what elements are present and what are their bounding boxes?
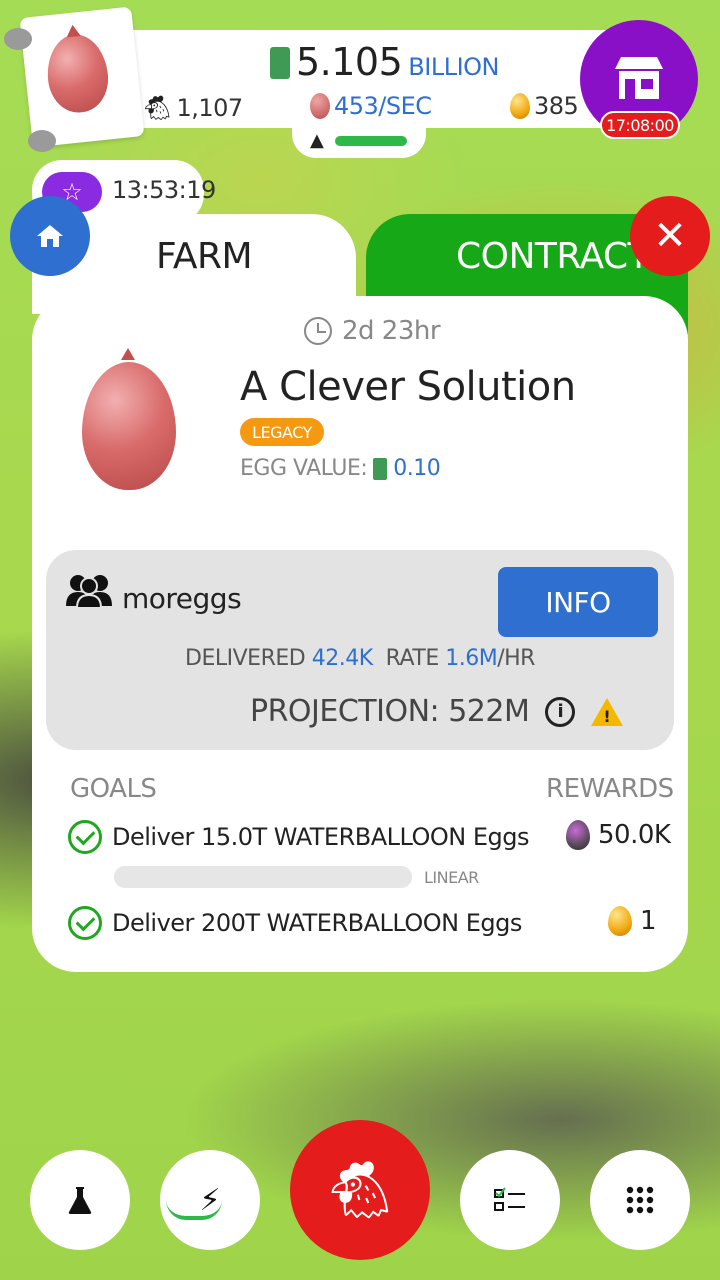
contract-egg-icon	[82, 362, 176, 490]
checklist-icon	[494, 1187, 525, 1211]
waterballoon-small-icon	[310, 93, 330, 119]
goal-row: Deliver 15.0T WATERBALLOON Eggs	[68, 820, 530, 854]
rewards-header: REWARDS	[546, 774, 674, 804]
projection: PROJECTION: 522M i !	[250, 694, 624, 729]
close-icon: ✕	[653, 213, 687, 259]
info-button[interactable]: INFO	[498, 567, 658, 637]
soul-egg-icon	[566, 820, 590, 850]
goal-row: Deliver 200T WATERBALLOON Eggs	[68, 906, 522, 940]
menu-button[interactable]	[590, 1150, 690, 1250]
waterballoon-egg-icon	[43, 31, 112, 116]
home-button[interactable]	[10, 196, 90, 276]
contract-egg-knot	[121, 348, 135, 360]
egg-value: EGG VALUE: 0.10	[240, 456, 441, 481]
goals-header: GOALS	[70, 774, 157, 804]
golden-egg-icon	[510, 93, 530, 119]
chicken-icon: 🐔︎	[142, 94, 173, 122]
contract-title: A Clever Solution	[240, 364, 576, 410]
shop-icon	[615, 57, 663, 99]
goal-reward: 50.0K	[566, 820, 671, 850]
missions-button[interactable]	[460, 1150, 560, 1250]
grid-icon	[626, 1186, 654, 1214]
home-icon	[37, 225, 63, 247]
clock-icon	[304, 317, 332, 345]
hatch-chicken-button[interactable]: 🐔︎	[290, 1120, 430, 1260]
info-icon[interactable]: i	[545, 696, 576, 727]
close-button[interactable]: ✕	[630, 196, 710, 276]
flask-icon	[68, 1187, 92, 1214]
money-unit: BILLION	[408, 53, 500, 81]
coop-name: moreggs	[122, 582, 242, 615]
chicken-progress-icon: ▲	[310, 130, 324, 151]
egg-rate: 453/SEC	[310, 92, 432, 120]
goal-progress-bar	[114, 866, 412, 888]
cash-icon	[270, 47, 290, 79]
checkmark-icon	[68, 906, 102, 940]
golden-egg-count: 385	[510, 92, 579, 120]
research-button[interactable]	[30, 1150, 130, 1250]
event-timer: 13:53:19	[112, 176, 216, 204]
scroll-end-top	[4, 28, 32, 50]
warning-icon[interactable]: !	[591, 697, 624, 726]
legacy-badge: LEGACY	[240, 418, 324, 446]
shop-timer: 17:08:00	[600, 111, 680, 139]
cash-icon	[373, 457, 388, 480]
money-display: 5.105 BILLION	[270, 40, 500, 84]
chicken-count: 🐔︎ 1,107	[142, 94, 243, 122]
balloon-knot	[65, 23, 81, 38]
coop-group-icon	[64, 572, 114, 617]
checkmark-icon	[68, 820, 102, 854]
scroll-end-bottom	[28, 130, 56, 152]
contract-time-left: 2d 23hr	[304, 316, 441, 346]
coop-stats: DELIVERED 42.4K RATE 1.6M/HR	[185, 646, 535, 671]
money-value: 5.105	[296, 40, 403, 84]
goal-reward: 1	[608, 906, 657, 936]
goal-bar-label: LINEAR	[424, 868, 479, 887]
habitat-progress-bar	[335, 136, 407, 146]
egg-type-card[interactable]	[19, 6, 145, 148]
chicken-icon: 🐔︎	[324, 1158, 396, 1223]
golden-egg-icon	[608, 906, 632, 936]
